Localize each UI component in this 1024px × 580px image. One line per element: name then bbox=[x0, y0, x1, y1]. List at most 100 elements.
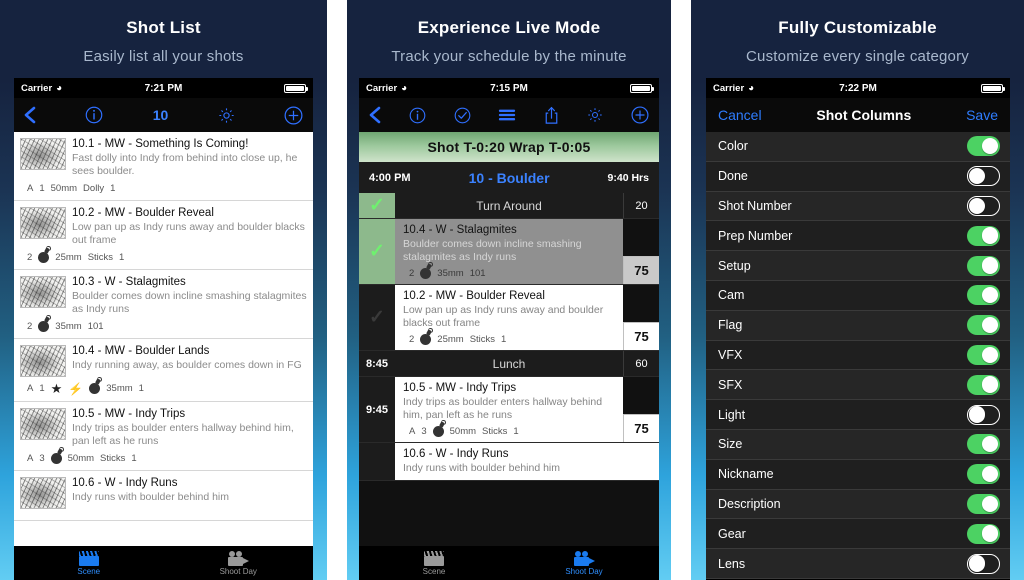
setting-row-nickname[interactable]: Nickname bbox=[706, 459, 1010, 490]
back-icon[interactable] bbox=[24, 106, 36, 124]
meta-token: 1 bbox=[110, 183, 116, 194]
schedule-gutter[interactable] bbox=[359, 443, 395, 480]
shot-row[interactable]: 10.3 - W - Stalagmites Boulder comes down… bbox=[14, 270, 313, 339]
meta-token: A bbox=[27, 183, 34, 194]
info-icon[interactable] bbox=[409, 107, 426, 124]
back-icon[interactable] bbox=[369, 106, 381, 124]
toggle-switch-on[interactable] bbox=[967, 315, 1000, 336]
schedule-shot-row[interactable]: 9:45 10.5 - MW - Indy Trips Indy trips as … bbox=[359, 377, 659, 443]
schedule-gutter[interactable]: 8:45 bbox=[359, 351, 395, 376]
meta-token: 2 bbox=[27, 252, 33, 263]
checkmark-icon-pending[interactable]: ✓ bbox=[369, 308, 385, 327]
shot-row[interactable]: 10.6 - W - Indy Runs Indy runs with bould… bbox=[14, 471, 313, 521]
toggle-switch-on[interactable] bbox=[967, 255, 1000, 276]
toggle-switch-on[interactable] bbox=[967, 434, 1000, 455]
setting-row-vfx[interactable]: VFX bbox=[706, 340, 1010, 371]
toggle-switch-off[interactable] bbox=[967, 404, 1000, 425]
setting-row-color[interactable]: Color bbox=[706, 132, 1010, 162]
add-icon[interactable] bbox=[284, 106, 303, 125]
toggle-switch-on[interactable] bbox=[967, 225, 1000, 246]
shot-list[interactable]: 10.1 - MW - Something Is Coming! Fast dol… bbox=[14, 132, 313, 546]
save-button[interactable]: Save bbox=[966, 107, 998, 123]
shot-row[interactable]: 10.5 - MW - Indy Trips Indy trips as boul… bbox=[14, 402, 313, 471]
cancel-button[interactable]: Cancel bbox=[718, 107, 762, 123]
setting-label: Flag bbox=[718, 318, 743, 333]
setting-row-sfx[interactable]: SFX bbox=[706, 370, 1010, 401]
tab-scene-2[interactable]: Scene bbox=[359, 546, 509, 580]
schedule-break-row[interactable]: ✓ Turn Around 20 bbox=[359, 193, 659, 219]
share-icon[interactable] bbox=[544, 106, 559, 125]
panel-shot-list: Shot List Easily list all your shots Car… bbox=[0, 0, 327, 580]
tab-shoot-day-2[interactable]: Shoot Day bbox=[509, 546, 659, 580]
bolt-icon: ⚡ bbox=[68, 381, 84, 396]
gear-icon[interactable] bbox=[218, 107, 235, 124]
shot-row-top: 10.3 - W - Stalagmites Boulder comes down… bbox=[20, 275, 307, 316]
shot-title: 10.5 - MW - Indy Trips bbox=[72, 408, 186, 420]
storyboard-thumbnail bbox=[20, 138, 66, 170]
toggle-switch-on[interactable] bbox=[967, 374, 1000, 395]
toggle-switch-on[interactable] bbox=[967, 344, 1000, 365]
schedule-shot-row[interactable]: ✓ 10.4 - W - Stalagmites Boulder comes dow… bbox=[359, 219, 659, 285]
shot-duration-minutes: 75 bbox=[623, 256, 659, 284]
toggle-switch-on[interactable] bbox=[967, 464, 1000, 485]
battery-group-1 bbox=[284, 83, 308, 93]
setting-label: Light bbox=[718, 407, 746, 422]
setting-row-setup[interactable]: Setup bbox=[706, 251, 1010, 281]
toggle-knob bbox=[981, 316, 999, 334]
toggle-switch-on[interactable] bbox=[967, 136, 1000, 157]
day-title[interactable]: 10 - Boulder bbox=[411, 170, 608, 186]
setting-row-gear[interactable]: Gear bbox=[706, 519, 1010, 550]
shot-description: Low pan up as Indy runs away and boulder… bbox=[403, 304, 604, 329]
tab-scene-1[interactable]: Scene bbox=[14, 546, 164, 580]
toggle-switch-off[interactable] bbox=[967, 553, 1000, 574]
setting-row-done[interactable]: Done bbox=[706, 161, 1010, 192]
check-circle-icon[interactable] bbox=[454, 107, 471, 124]
shot-row-top: 10.1 - MW - Something Is Coming! Fast dol… bbox=[20, 137, 307, 178]
toggle-switch-on[interactable] bbox=[967, 493, 1000, 514]
gear-icon[interactable] bbox=[587, 107, 603, 123]
schedule-shot-row[interactable]: ✓ 10.2 - MW - Boulder Reveal Low pan up as… bbox=[359, 285, 659, 351]
setting-row-size[interactable]: Size bbox=[706, 429, 1010, 460]
info-icon[interactable] bbox=[85, 106, 103, 124]
shot-description: Indy running away, as boulder comes down… bbox=[72, 359, 302, 371]
schedule-list[interactable]: ✓ Turn Around 20 ✓ 10.4 - W - Stalagmites Bou… bbox=[359, 193, 659, 546]
shot-row[interactable]: 10.1 - MW - Something Is Coming! Fast dol… bbox=[14, 132, 313, 201]
schedule-gutter[interactable]: ✓ bbox=[359, 193, 395, 218]
slate-icon bbox=[424, 550, 444, 566]
schedule-row-body: 10.6 - W - Indy Runs Indy runs with bould… bbox=[395, 443, 659, 480]
shot-columns-list[interactable]: Color Done Shot Number Prep Number Setup Cam F… bbox=[706, 132, 1010, 580]
day-hours: 9:40 Hrs bbox=[607, 171, 649, 184]
meta-token: 2 bbox=[27, 321, 33, 332]
setting-row-description[interactable]: Description bbox=[706, 489, 1010, 520]
setting-row-prep-number[interactable]: Prep Number bbox=[706, 221, 1010, 252]
bomb-icon bbox=[420, 262, 434, 279]
schedule-shot-row[interactable]: 10.6 - W - Indy Runs Indy runs with bould… bbox=[359, 443, 659, 481]
schedule-gutter[interactable]: ✓ bbox=[359, 219, 395, 284]
list-icon[interactable] bbox=[498, 108, 516, 122]
checkmark-icon-done[interactable]: ✓ bbox=[369, 242, 385, 261]
setting-row-flag[interactable]: Flag bbox=[706, 310, 1010, 341]
bomb-icon bbox=[432, 420, 446, 437]
shot-description: Low pan up as Indy runs away and boulder… bbox=[72, 221, 305, 246]
break-duration: 20 bbox=[623, 193, 659, 218]
checkmark-icon-done[interactable]: ✓ bbox=[369, 196, 385, 215]
schedule-gutter[interactable]: 9:45 bbox=[359, 377, 395, 442]
toggle-switch-on[interactable] bbox=[967, 285, 1000, 306]
setting-row-cam[interactable]: Cam bbox=[706, 280, 1010, 311]
setting-row-shot-number[interactable]: Shot Number bbox=[706, 191, 1010, 222]
toggle-switch-off[interactable] bbox=[967, 195, 1000, 216]
storyboard-thumbnail bbox=[20, 345, 66, 377]
shot-row[interactable]: 10.4 - MW - Boulder Lands Indy running aw… bbox=[14, 339, 313, 402]
schedule-break-row[interactable]: 8:45 Lunch 60 bbox=[359, 351, 659, 377]
setting-row-lens[interactable]: Lens bbox=[706, 549, 1010, 579]
schedule-row-body: 10.5 - MW - Indy Trips Indy trips as boul… bbox=[395, 377, 659, 442]
toggle-switch-on[interactable] bbox=[967, 523, 1000, 544]
shot-title: 10.4 - MW - Boulder Lands bbox=[72, 345, 210, 357]
toggle-switch-off[interactable] bbox=[967, 166, 1000, 187]
tab-shoot-day-1[interactable]: Shoot Day bbox=[164, 546, 314, 580]
setting-row-light[interactable]: Light bbox=[706, 400, 1010, 430]
bomb-icon bbox=[420, 328, 434, 345]
schedule-gutter[interactable]: ✓ bbox=[359, 285, 395, 350]
add-icon[interactable] bbox=[631, 106, 649, 124]
shot-row[interactable]: 10.2 - MW - Boulder Reveal Low pan up as … bbox=[14, 201, 313, 270]
